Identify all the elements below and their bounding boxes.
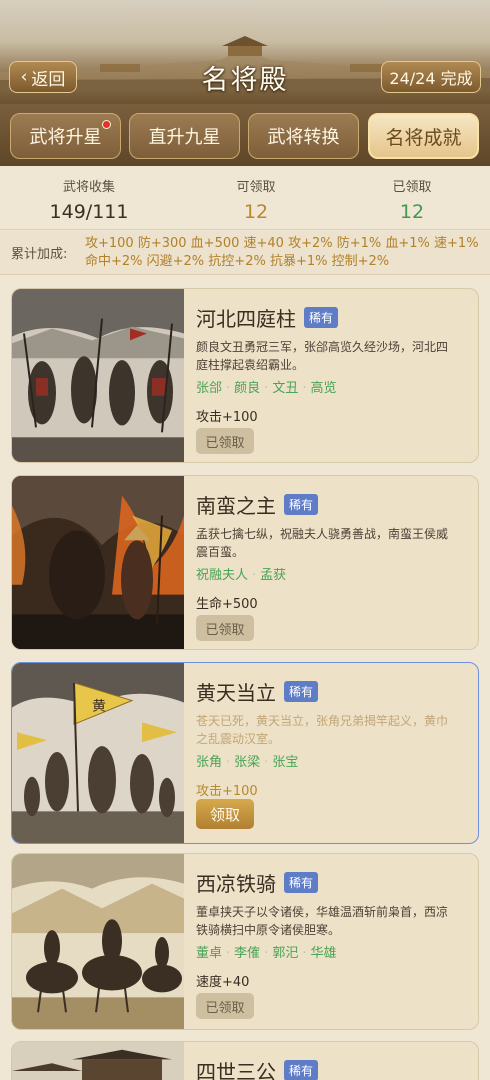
tab-label: 直升九星	[148, 127, 221, 148]
hero-name[interactable]: 张角	[196, 755, 222, 770]
reward-text: 攻击+100	[196, 784, 258, 799]
card-title-row: 黄天当立 稀有	[196, 677, 319, 706]
hero-list: 祝融夫人 · 孟获	[196, 568, 287, 583]
achievement-card[interactable]: 河北四庭柱 稀有 颜良文丑勇冠三军，张郃高览久经沙场，河北四庭柱撑起袁绍霸业。 …	[11, 288, 479, 463]
stats-panel: 武将收集 149/111 可领取 12 已领取 12	[0, 166, 490, 230]
achievement-art: 黄	[12, 663, 184, 843]
claim-button[interactable]: 领取	[196, 799, 254, 829]
achievement-card[interactable]: 黄 黄天当立 稀有 苍天已死，黄天当立，张角兄弟揭竿起义，黄巾之乱震动汉室。 张…	[11, 662, 479, 844]
tab-label: 武将转换	[267, 127, 340, 148]
card-title-row: 河北四庭柱 稀有	[196, 303, 339, 332]
hero-name[interactable]: 华雄	[310, 946, 336, 961]
tab-bar: 武将升星 直升九星 武将转换 名将成就	[0, 104, 490, 166]
hero-name[interactable]: 郭汜	[272, 946, 298, 961]
flag-character: 黄	[92, 699, 106, 715]
achievement-art	[12, 854, 184, 1029]
card-title-row: 西凉铁骑 稀有	[196, 868, 319, 897]
card-title-row: 南蛮之主 稀有	[196, 490, 319, 519]
bonus-text: 攻+100 防+300 血+500 速+40 攻+2% 防+1% 血+1% 速+…	[85, 236, 479, 269]
hero-name[interactable]: 孟获	[260, 568, 286, 583]
achievement-art	[12, 1042, 184, 1080]
hero-name[interactable]: 李傕	[234, 946, 260, 961]
stat-claimed: 已领取 12	[347, 176, 477, 223]
achievement-art	[12, 289, 184, 462]
stat-value: 12	[243, 201, 269, 223]
tab-label: 名将成就	[385, 126, 462, 149]
hero-name[interactable]: 文丑	[272, 381, 298, 396]
stat-label: 已领取	[392, 180, 432, 195]
hero-list: 张郃 · 颜良 · 文丑 · 高览	[196, 381, 337, 396]
reward-text: 速度+40	[196, 975, 250, 990]
reward-text: 生命+500	[196, 597, 258, 612]
achievement-name: 四世三公	[196, 1060, 276, 1080]
claimed-button: 已领取	[196, 615, 254, 641]
achievement-card[interactable]: 四世三公 稀有	[11, 1041, 479, 1080]
hero-name[interactable]: 张梁	[234, 755, 260, 770]
achievement-art	[12, 476, 184, 649]
header: ‹ 返回 名将殿 24/24 完成	[0, 0, 490, 104]
claimed-button: 已领取	[196, 428, 254, 454]
tab-label: 武将升星	[29, 127, 102, 148]
bonus-label: 累计加成:	[11, 247, 68, 262]
hero-name[interactable]: 颜良	[234, 381, 260, 396]
tab-star-upgrade[interactable]: 武将升星	[10, 113, 121, 159]
tab-direct-nine-star[interactable]: 直升九星	[129, 113, 240, 159]
tab-achievements[interactable]: 名将成就	[368, 113, 479, 159]
achievement-description: 董卓挟天子以令诸侯，华雄温酒斩前枭首，西凉铁骑横扫中原令诸侯胆寒。	[196, 905, 449, 937]
stat-claimable: 可领取 12	[191, 176, 321, 223]
rarity-badge: 稀有	[284, 1060, 319, 1080]
stat-value: 12	[399, 201, 425, 223]
hero-list: 张角 · 张梁 · 张宝	[196, 755, 299, 770]
achievement-name: 河北四庭柱	[196, 307, 296, 331]
stat-value: 149/111	[49, 201, 129, 223]
rarity-badge: 稀有	[284, 494, 319, 515]
reward-text: 攻击+100	[196, 410, 258, 425]
achievement-description: 孟获七擒七纵，祝融夫人骁勇善战，南蛮王侯威震百蛮。	[196, 527, 449, 559]
notification-dot-icon	[102, 120, 111, 129]
achievement-name: 西凉铁骑	[196, 872, 276, 896]
hero-name[interactable]: 张宝	[272, 755, 298, 770]
hero-name[interactable]: 祝融夫人	[196, 568, 248, 583]
hero-name[interactable]: 董卓	[196, 946, 222, 961]
hero-list: 董卓 · 李傕 · 郭汜 · 华雄	[196, 946, 337, 961]
achievement-name: 南蛮之主	[196, 494, 276, 518]
rarity-badge: 稀有	[284, 681, 319, 702]
achievement-name: 黄天当立	[196, 681, 276, 705]
completion-badge: 24/24 完成	[381, 61, 481, 93]
achievement-card[interactable]: 西凉铁骑 稀有 董卓挟天子以令诸侯，华雄温酒斩前枭首，西凉铁骑横扫中原令诸侯胆寒…	[11, 853, 479, 1030]
stat-label: 可领取	[236, 180, 276, 195]
stat-collection: 武将收集 149/111	[24, 176, 154, 223]
achievement-card[interactable]: 南蛮之主 稀有 孟获七擒七纵，祝融夫人骁勇善战，南蛮王侯威震百蛮。 祝融夫人 · 孟…	[11, 475, 479, 650]
cumulative-bonus: 累计加成: 攻+100 防+300 血+500 速+40 攻+2% 防+1% 血…	[0, 231, 490, 275]
stat-label: 武将收集	[62, 180, 115, 195]
hero-name[interactable]: 张郃	[196, 381, 222, 396]
achievement-description: 苍天已死，黄天当立，张角兄弟揭竿起义，黄巾之乱震动汉室。	[196, 714, 449, 746]
claimed-button: 已领取	[196, 993, 254, 1019]
rarity-badge: 稀有	[304, 307, 339, 328]
card-title-row: 四世三公 稀有	[196, 1056, 319, 1080]
hero-name[interactable]: 高览	[310, 381, 336, 396]
achievement-description: 颜良文丑勇冠三军，张郃高览久经沙场，河北四庭柱撑起袁绍霸业。	[196, 340, 449, 372]
rarity-badge: 稀有	[284, 872, 319, 893]
tab-general-convert[interactable]: 武将转换	[248, 113, 359, 159]
